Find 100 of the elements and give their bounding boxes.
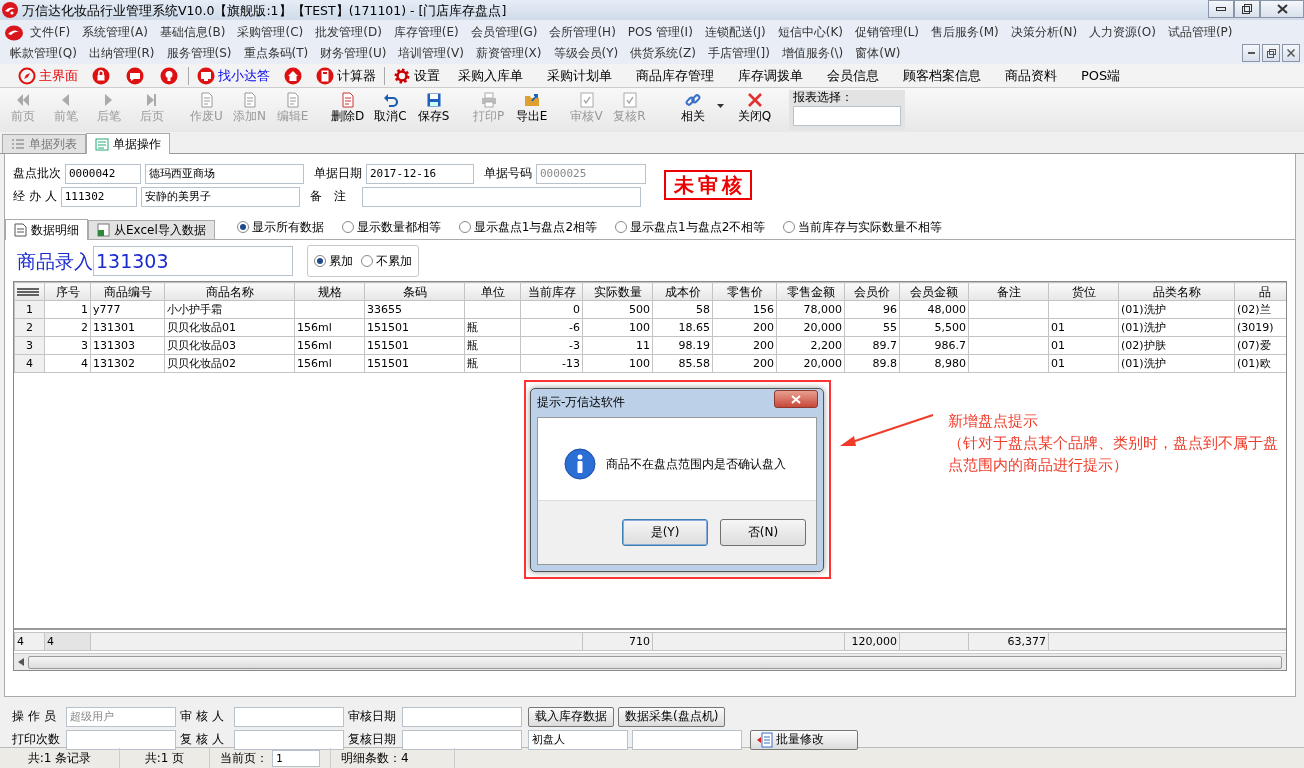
- auditor-field[interactable]: [234, 706, 344, 727]
- field-label: 当前页：: [220, 751, 268, 766]
- minimize-button[interactable]: [1242, 44, 1260, 62]
- date-field[interactable]: 2017-12-16: [366, 163, 474, 184]
- monitor-icon[interactable]: [197, 66, 215, 85]
- operator-field[interactable]: 超级用户: [66, 706, 176, 727]
- restore-button[interactable]: [1262, 44, 1280, 62]
- menu-item[interactable]: 试品管理(P): [1161, 25, 1239, 40]
- tab[interactable]: 单据操作: [86, 133, 170, 154]
- minimize-button[interactable]: [1208, 0, 1234, 18]
- menu-item[interactable]: 薪资管理(X): [469, 46, 548, 61]
- close-button[interactable]: [774, 390, 818, 408]
- shortcut-label[interactable]: 顾客档案信息: [903, 67, 981, 84]
- menu-item[interactable]: 培训管理(V): [392, 46, 470, 61]
- mode-radio[interactable]: 累加: [314, 254, 353, 269]
- handler-code-field[interactable]: 111302: [60, 186, 137, 207]
- filter-radio[interactable]: 显示数量都相等: [341, 220, 441, 235]
- shortcut-label[interactable]: 库存调拨单: [738, 67, 803, 84]
- shortcut-label[interactable]: 商品资料: [1005, 67, 1057, 84]
- menu-item[interactable]: 重点条码(T): [237, 46, 315, 61]
- filter-radio[interactable]: 显示所有数据: [236, 220, 324, 235]
- menu-item[interactable]: 采购管理(C): [231, 25, 310, 40]
- menu-item[interactable]: 文件(F): [24, 25, 77, 40]
- mode-radio[interactable]: 不累加: [361, 254, 412, 269]
- horizontal-scrollbar[interactable]: [28, 655, 1282, 669]
- review-date-field[interactable]: [402, 729, 522, 750]
- filter-radio[interactable]: 当前库存与实际数量不相等: [783, 220, 943, 235]
- dropdown-button[interactable]: [717, 104, 724, 108]
- menu-item[interactable]: 出纳管理(R): [82, 46, 161, 61]
- yes-button[interactable]: 是(Y): [622, 519, 708, 546]
- toolbar-button[interactable]: 取消C: [372, 90, 409, 124]
- data-collect-button[interactable]: 数据采集(盘点机): [618, 706, 726, 727]
- menu-item[interactable]: 促销管理(L): [849, 25, 926, 40]
- menu-item[interactable]: 财务管理(U): [314, 46, 393, 61]
- shortcut-label[interactable]: 商品库存管理: [636, 67, 714, 84]
- load-stock-button[interactable]: 载入库存数据: [528, 706, 614, 727]
- bulb-icon[interactable]: [160, 66, 178, 85]
- toolbar-button[interactable]: 导出E: [513, 90, 550, 124]
- settings-icon[interactable]: [393, 66, 411, 85]
- menu-item[interactable]: 基础信息(B): [153, 25, 232, 40]
- lock-icon[interactable]: [92, 66, 110, 85]
- tab[interactable]: 单据列表: [2, 134, 86, 153]
- no-button[interactable]: 否(N): [720, 519, 806, 546]
- menu-item[interactable]: 会员管理(G): [464, 25, 544, 40]
- input-field[interactable]: [632, 729, 742, 750]
- current-page-field[interactable]: 1: [272, 750, 320, 767]
- grid-menu-icon[interactable]: [17, 287, 39, 296]
- shortcut-label[interactable]: 会员信息: [827, 67, 879, 84]
- reviewer-field[interactable]: [234, 729, 344, 750]
- menu-item[interactable]: 窗体(W): [849, 46, 907, 61]
- menu-item[interactable]: 短信中心(K): [771, 25, 849, 40]
- menu-item[interactable]: 售后服务(M): [925, 25, 1005, 40]
- menu-item[interactable]: 帐款管理(Q): [4, 46, 83, 61]
- menu-item[interactable]: 批发管理(D): [309, 25, 388, 40]
- filter-radio[interactable]: 显示盘点1与盘点2相等: [458, 220, 598, 235]
- menu-item[interactable]: 决策分析(N): [1004, 25, 1084, 40]
- tab[interactable]: 从Excel导入数据: [88, 220, 215, 239]
- toolbar-button[interactable]: 删除D: [329, 90, 366, 124]
- first-counter-field[interactable]: 初盘人: [528, 729, 628, 750]
- menu-item[interactable]: 手店管理(]): [701, 46, 776, 61]
- batch-code-field[interactable]: 0000042: [65, 163, 141, 184]
- menu-item[interactable]: 等级会员(Y): [547, 46, 625, 61]
- restore-button[interactable]: [1234, 0, 1260, 18]
- batch-name-field[interactable]: 德玛西亚商场: [145, 163, 304, 184]
- handler-name-field[interactable]: 安静的美男子: [140, 186, 300, 207]
- shortcut-label[interactable]: 设置: [414, 67, 440, 84]
- menu-item[interactable]: 系统管理(A): [76, 25, 154, 40]
- menu-item[interactable]: 会所管理(H): [543, 25, 622, 40]
- shortcut-label[interactable]: 主界面: [39, 67, 78, 84]
- home-icon[interactable]: [284, 66, 302, 85]
- compass-icon[interactable]: [18, 66, 36, 85]
- batch-edit-button[interactable]: 批量修改: [750, 729, 858, 750]
- close-button[interactable]: [1260, 0, 1304, 18]
- shortcut-label[interactable]: 计算器: [337, 67, 376, 84]
- calculator-icon[interactable]: [316, 66, 334, 85]
- menu-item[interactable]: 服务管理(S): [160, 46, 238, 61]
- shortcut-label[interactable]: 找小达答: [218, 67, 270, 84]
- menu-item[interactable]: 供货系统(Z): [624, 46, 702, 61]
- product-entry-field[interactable]: 131303: [93, 246, 293, 277]
- note-field[interactable]: [361, 186, 641, 207]
- document-number-field[interactable]: 0000025: [536, 163, 646, 184]
- column-header: 商品名称: [164, 282, 295, 301]
- tab[interactable]: 数据明细: [5, 219, 88, 240]
- print-count-field[interactable]: [66, 729, 176, 750]
- toolbar-button[interactable]: 保存S: [415, 90, 452, 124]
- menu-item[interactable]: POS 管理(I): [621, 25, 699, 40]
- audit-date-field[interactable]: [402, 706, 522, 727]
- shortcut-label[interactable]: POS端: [1081, 67, 1121, 84]
- filter-radio[interactable]: 显示盘点1与盘点2不相等: [615, 220, 766, 235]
- menu-item[interactable]: 库存管理(E): [387, 25, 465, 40]
- shortcut-label[interactable]: 采购入库单: [458, 67, 523, 84]
- report-select-field[interactable]: [793, 106, 901, 127]
- menu-item[interactable]: 连锁配送(J): [698, 25, 772, 40]
- close-button[interactable]: [1282, 44, 1300, 62]
- toolbar-button[interactable]: 关闭Q: [736, 90, 773, 124]
- shortcut-label[interactable]: 采购计划单: [547, 67, 612, 84]
- toolbar-button[interactable]: 相关: [674, 90, 711, 124]
- chat-icon[interactable]: [126, 66, 144, 85]
- menu-item[interactable]: 人力资源(O): [1083, 25, 1162, 40]
- menu-item[interactable]: 增值服务(\): [775, 46, 850, 61]
